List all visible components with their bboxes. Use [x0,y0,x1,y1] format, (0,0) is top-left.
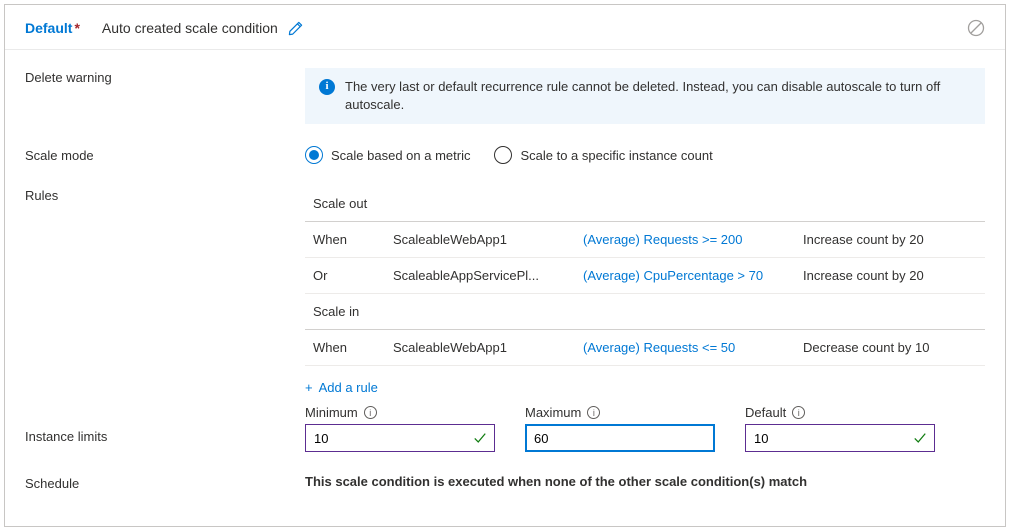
rule-resource: ScaleableAppServicePl... [393,268,583,283]
instance-limits-label: Instance limits [25,409,305,444]
condition-title[interactable]: Default [25,20,72,36]
maximum-label: Maximum [525,405,581,420]
scale-mode-row: Scale mode Scale based on a metric Scale… [25,146,985,164]
scale-in-header: Scale in [305,294,985,330]
rule-row[interactable]: When ScaleableWebApp1 (Average) Requests… [305,330,985,366]
scale-mode-label: Scale mode [25,146,305,163]
rule-row[interactable]: When ScaleableWebApp1 (Average) Requests… [305,222,985,258]
radio-label: Scale to a specific instance count [520,148,712,163]
panel-body: Delete warning i The very last or defaul… [5,50,1005,491]
info-help-icon[interactable]: i [364,406,377,419]
rule-when: Or [313,268,393,283]
plus-icon: + [305,380,313,395]
rule-when: When [313,340,393,355]
add-rule-label: Add a rule [319,380,378,395]
default-label: Default [745,405,786,420]
minimum-label: Minimum [305,405,358,420]
delete-disabled-icon [967,19,985,37]
rule-when: When [313,232,393,247]
radio-icon [494,146,512,164]
info-icon: i [319,79,335,95]
rules-label: Rules [25,186,305,203]
checkmark-icon [473,431,487,445]
schedule-row: Schedule This scale condition is execute… [25,474,985,491]
scale-out-header: Scale out [305,186,985,222]
condition-subtitle: Auto created scale condition [102,20,278,36]
maximum-input[interactable] [525,424,715,452]
add-rule-button[interactable]: + Add a rule [305,366,378,401]
default-field: Default i [745,405,935,452]
rule-action: Increase count by 20 [803,232,977,247]
scale-mode-metric-radio[interactable]: Scale based on a metric [305,146,470,164]
schedule-label: Schedule [25,474,305,491]
info-help-icon[interactable]: i [792,406,805,419]
required-asterisk: * [74,20,79,36]
edit-icon[interactable] [288,21,303,36]
info-banner: i The very last or default recurrence ru… [305,68,985,124]
minimum-field: Minimum i [305,405,495,452]
radio-selected-icon [305,146,323,164]
scale-mode-radio-group: Scale based on a metric Scale to a speci… [305,146,985,164]
checkmark-icon [913,431,927,445]
rule-resource: ScaleableWebApp1 [393,232,583,247]
scale-condition-panel: Default* Auto created scale condition De… [4,4,1006,527]
schedule-text: This scale condition is executed when no… [305,474,807,489]
instance-limits-row: Instance limits Minimum i [25,409,985,452]
maximum-field: Maximum i [525,405,715,452]
rule-action: Decrease count by 10 [803,340,977,355]
rules-row: Rules Scale out When ScaleableWebApp1 (A… [25,186,985,401]
radio-label: Scale based on a metric [331,148,470,163]
rules-table: Scale out When ScaleableWebApp1 (Average… [305,186,985,401]
info-help-icon[interactable]: i [587,406,600,419]
default-input[interactable] [745,424,935,452]
delete-warning-label: Delete warning [25,68,305,85]
panel-header: Default* Auto created scale condition [5,5,1005,50]
instance-limits-group: Minimum i Maximum i [305,405,985,452]
rule-action: Increase count by 20 [803,268,977,283]
rule-metric-link[interactable]: (Average) Requests <= 50 [583,340,803,355]
delete-warning-row: Delete warning i The very last or defaul… [25,68,985,124]
info-text: The very last or default recurrence rule… [345,78,971,114]
scale-mode-count-radio[interactable]: Scale to a specific instance count [494,146,712,164]
rule-metric-link[interactable]: (Average) Requests >= 200 [583,232,803,247]
rule-resource: ScaleableWebApp1 [393,340,583,355]
minimum-input[interactable] [305,424,495,452]
rule-row[interactable]: Or ScaleableAppServicePl... (Average) Cp… [305,258,985,294]
rule-metric-link[interactable]: (Average) CpuPercentage > 70 [583,268,803,283]
